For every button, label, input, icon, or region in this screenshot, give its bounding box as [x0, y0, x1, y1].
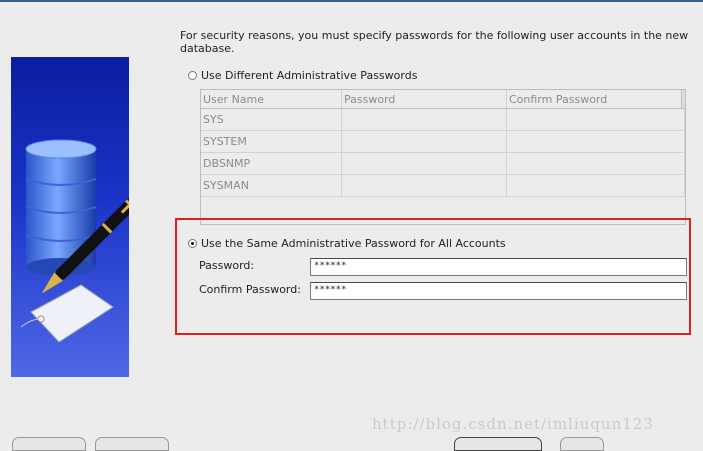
password-label: Password: — [199, 259, 255, 272]
table-cell-confirm[interactable] — [507, 109, 685, 130]
same-password-option[interactable]: Use the Same Administrative Password for… — [188, 237, 506, 250]
database-banner-image — [11, 57, 129, 377]
table-row[interactable]: SYSTEM — [201, 131, 685, 153]
table-cell-password[interactable] — [342, 175, 507, 196]
table-cell-confirm[interactable] — [507, 175, 685, 196]
intro-text: For security reasons, you must specify p… — [180, 29, 689, 55]
table-cell-password[interactable] — [342, 153, 507, 174]
confirm-password-label: Confirm Password: — [199, 283, 301, 296]
table-row[interactable]: SYS — [201, 109, 685, 131]
different-passwords-radio[interactable] — [188, 71, 197, 80]
table-cell-password[interactable] — [342, 131, 507, 152]
table-cell-user: DBSNMP — [201, 153, 342, 174]
table-row[interactable]: SYSMAN — [201, 175, 685, 197]
user-password-table: User Name Password Confirm Password SYS … — [200, 89, 686, 225]
column-header-user: User Name — [201, 90, 342, 108]
column-header-confirm: Confirm Password — [507, 90, 685, 108]
table-cell-user: SYS — [201, 109, 342, 130]
help-button[interactable] — [12, 437, 86, 451]
cancel-button[interactable] — [95, 437, 169, 451]
database-pen-icon — [20, 139, 129, 343]
table-cell-user: SYSMAN — [201, 175, 342, 196]
table-cell-password[interactable] — [342, 109, 507, 130]
table-row[interactable]: DBSNMP — [201, 153, 685, 175]
next-button[interactable] — [454, 437, 542, 451]
same-password-label: Use the Same Administrative Password for… — [201, 237, 506, 250]
table-scrollbar[interactable] — [681, 90, 685, 108]
table-cell-confirm[interactable] — [507, 153, 685, 174]
table-cell-confirm[interactable] — [507, 131, 685, 152]
password-field[interactable]: ****** — [310, 258, 687, 276]
table-header: User Name Password Confirm Password — [201, 90, 685, 109]
same-password-radio[interactable] — [188, 239, 197, 248]
column-header-password: Password — [342, 90, 507, 108]
confirm-password-field[interactable]: ****** — [310, 282, 687, 300]
table-cell-user: SYSTEM — [201, 131, 342, 152]
finish-button[interactable] — [560, 437, 604, 451]
window-top-border — [0, 0, 703, 2]
watermark: http://blog.csdn.net/imliuqun123 — [372, 415, 654, 433]
highlight-box — [175, 218, 691, 335]
different-passwords-option[interactable]: Use Different Administrative Passwords — [188, 69, 417, 82]
different-passwords-label: Use Different Administrative Passwords — [201, 69, 418, 82]
